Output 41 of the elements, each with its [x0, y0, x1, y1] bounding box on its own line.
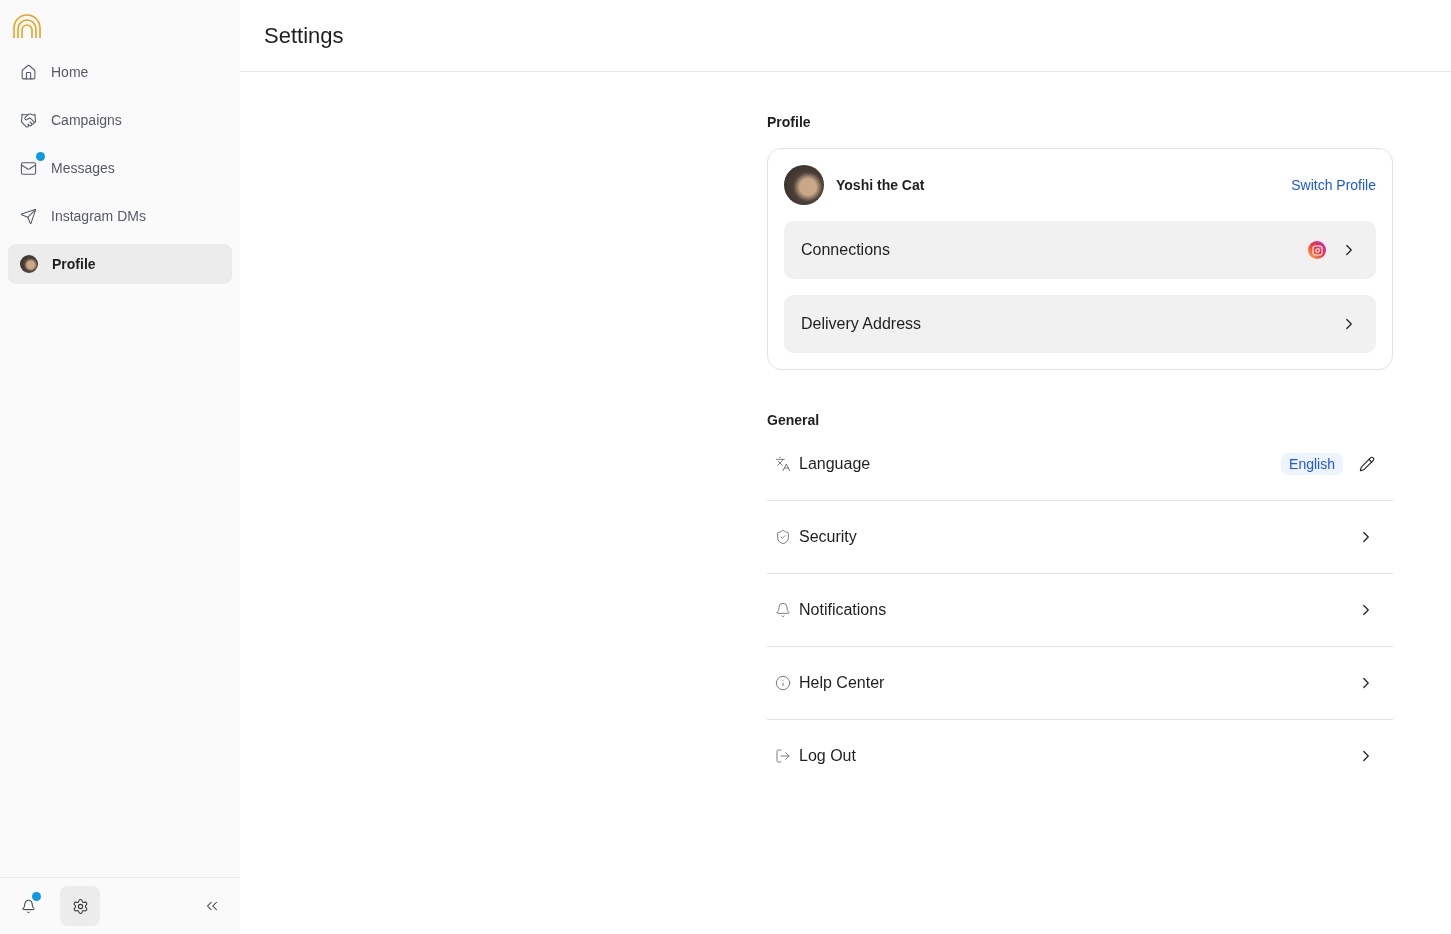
settings-row[interactable]: Security: [767, 501, 1393, 574]
row-icon: [775, 529, 791, 545]
row-label: Help Center: [799, 674, 886, 692]
logo-icon: [12, 14, 42, 40]
row-label: Security: [799, 528, 858, 546]
row-icon: [775, 748, 791, 764]
section-heading: Profile: [767, 114, 812, 130]
avatar-icon: [20, 255, 38, 273]
row-icon: [775, 675, 791, 691]
avatar-photo: [784, 165, 824, 205]
row-icon: [775, 456, 791, 472]
settings-row[interactable]: Log Out: [767, 720, 1393, 792]
settings-icon: [71, 897, 89, 915]
settings-row[interactable]: Language English: [767, 428, 1393, 501]
sidebar-item[interactable]: Instagram DMs: [8, 196, 232, 236]
bell-icon: [20, 898, 36, 914]
sidebar-item[interactable]: Profile: [8, 244, 232, 284]
profile-name: Yoshi the Cat: [836, 177, 926, 193]
nav-icon: [20, 63, 37, 81]
settings-row[interactable]: Help Center: [767, 647, 1393, 720]
nav-icon: [20, 159, 37, 177]
settings-button[interactable]: [60, 886, 100, 926]
section-heading: General: [767, 412, 821, 428]
sidebar-item[interactable]: Home: [8, 52, 232, 92]
switch-profile-link[interactable]: Switch Profile: [1291, 177, 1376, 193]
row-label: Delivery Address: [801, 315, 923, 333]
row-label: Notifications: [799, 601, 888, 619]
settings-row[interactable]: Delivery Address: [784, 295, 1376, 353]
sidebar-item[interactable]: Messages: [8, 148, 232, 188]
nav-icon: [20, 207, 37, 225]
page-title: Settings: [264, 22, 344, 49]
settings-row[interactable]: Notifications: [767, 574, 1393, 647]
language-value: English: [1281, 453, 1343, 475]
settings-row[interactable]: Connections: [784, 221, 1376, 279]
row-icon: [775, 602, 791, 618]
sidebar-item[interactable]: Campaigns: [8, 100, 232, 140]
row-label: Language: [799, 455, 872, 473]
row-label: Log Out: [799, 747, 857, 765]
nav-icon: [20, 111, 37, 129]
row-label: Connections: [801, 241, 891, 259]
edit-icon: [1359, 456, 1375, 472]
